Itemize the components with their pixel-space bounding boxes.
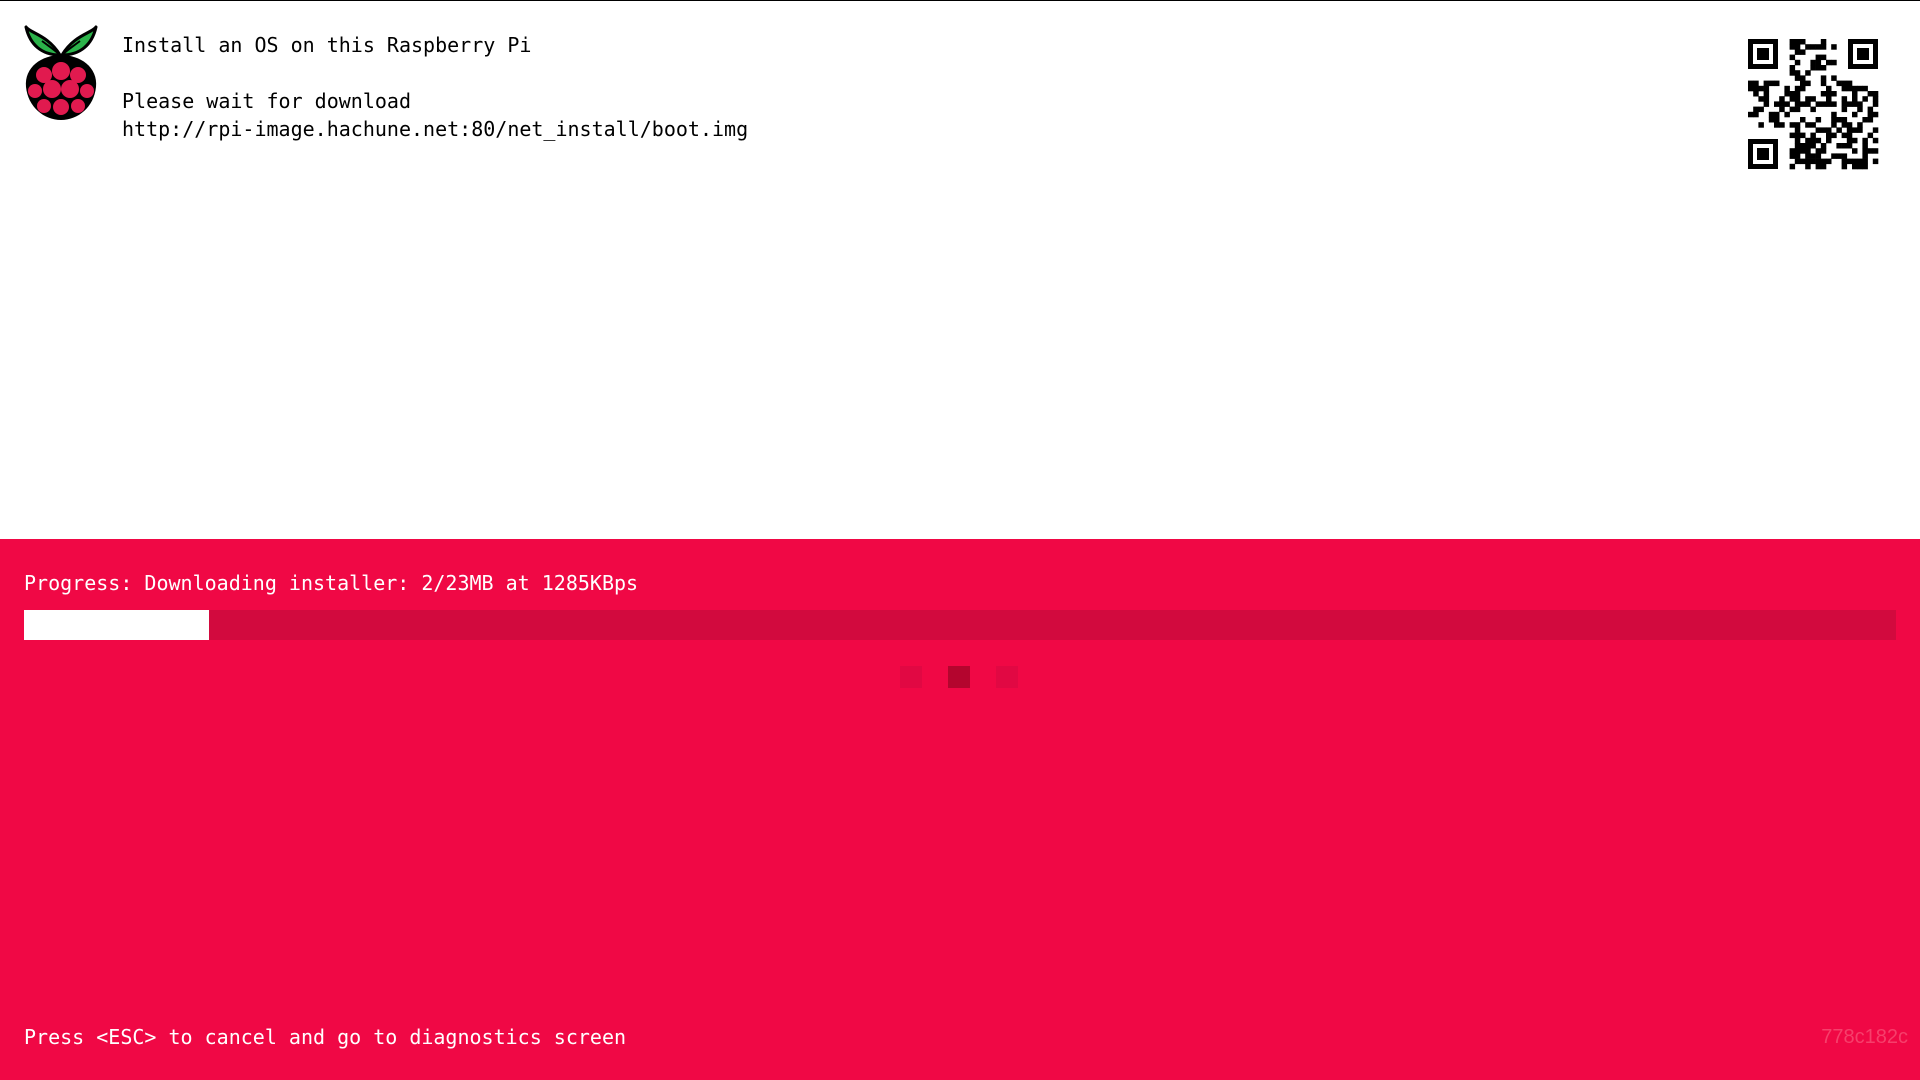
download-status: Please wait for download [122,89,411,113]
download-url: http://rpi-image.hachune.net:80/net_inst… [122,117,749,141]
qr-code-icon [1746,37,1880,171]
progress-panel: Progress: Downloading installer: 2/23MB … [0,539,1920,1080]
esc-hint: Press <ESC> to cancel and go to diagnost… [24,1025,627,1049]
build-id: 778c182c [1821,1026,1908,1048]
loading-spinner [900,666,1020,690]
progress-bar-fill [24,610,209,640]
header-text: Install an OS on this Raspberry Pi Pleas… [122,31,748,143]
netinstall-screen: Install an OS on this Raspberry Pi Pleas… [0,0,1920,1080]
progress-bar [24,610,1896,640]
header-area: Install an OS on this Raspberry Pi Pleas… [0,1,1920,539]
spinner-dot [948,666,970,688]
install-title: Install an OS on this Raspberry Pi [122,33,532,57]
spinner-dot [996,666,1018,688]
progress-label: Progress: Downloading installer: 2/23MB … [24,571,639,595]
spinner-dot [900,666,922,688]
raspberry-pi-logo-icon [24,25,98,120]
